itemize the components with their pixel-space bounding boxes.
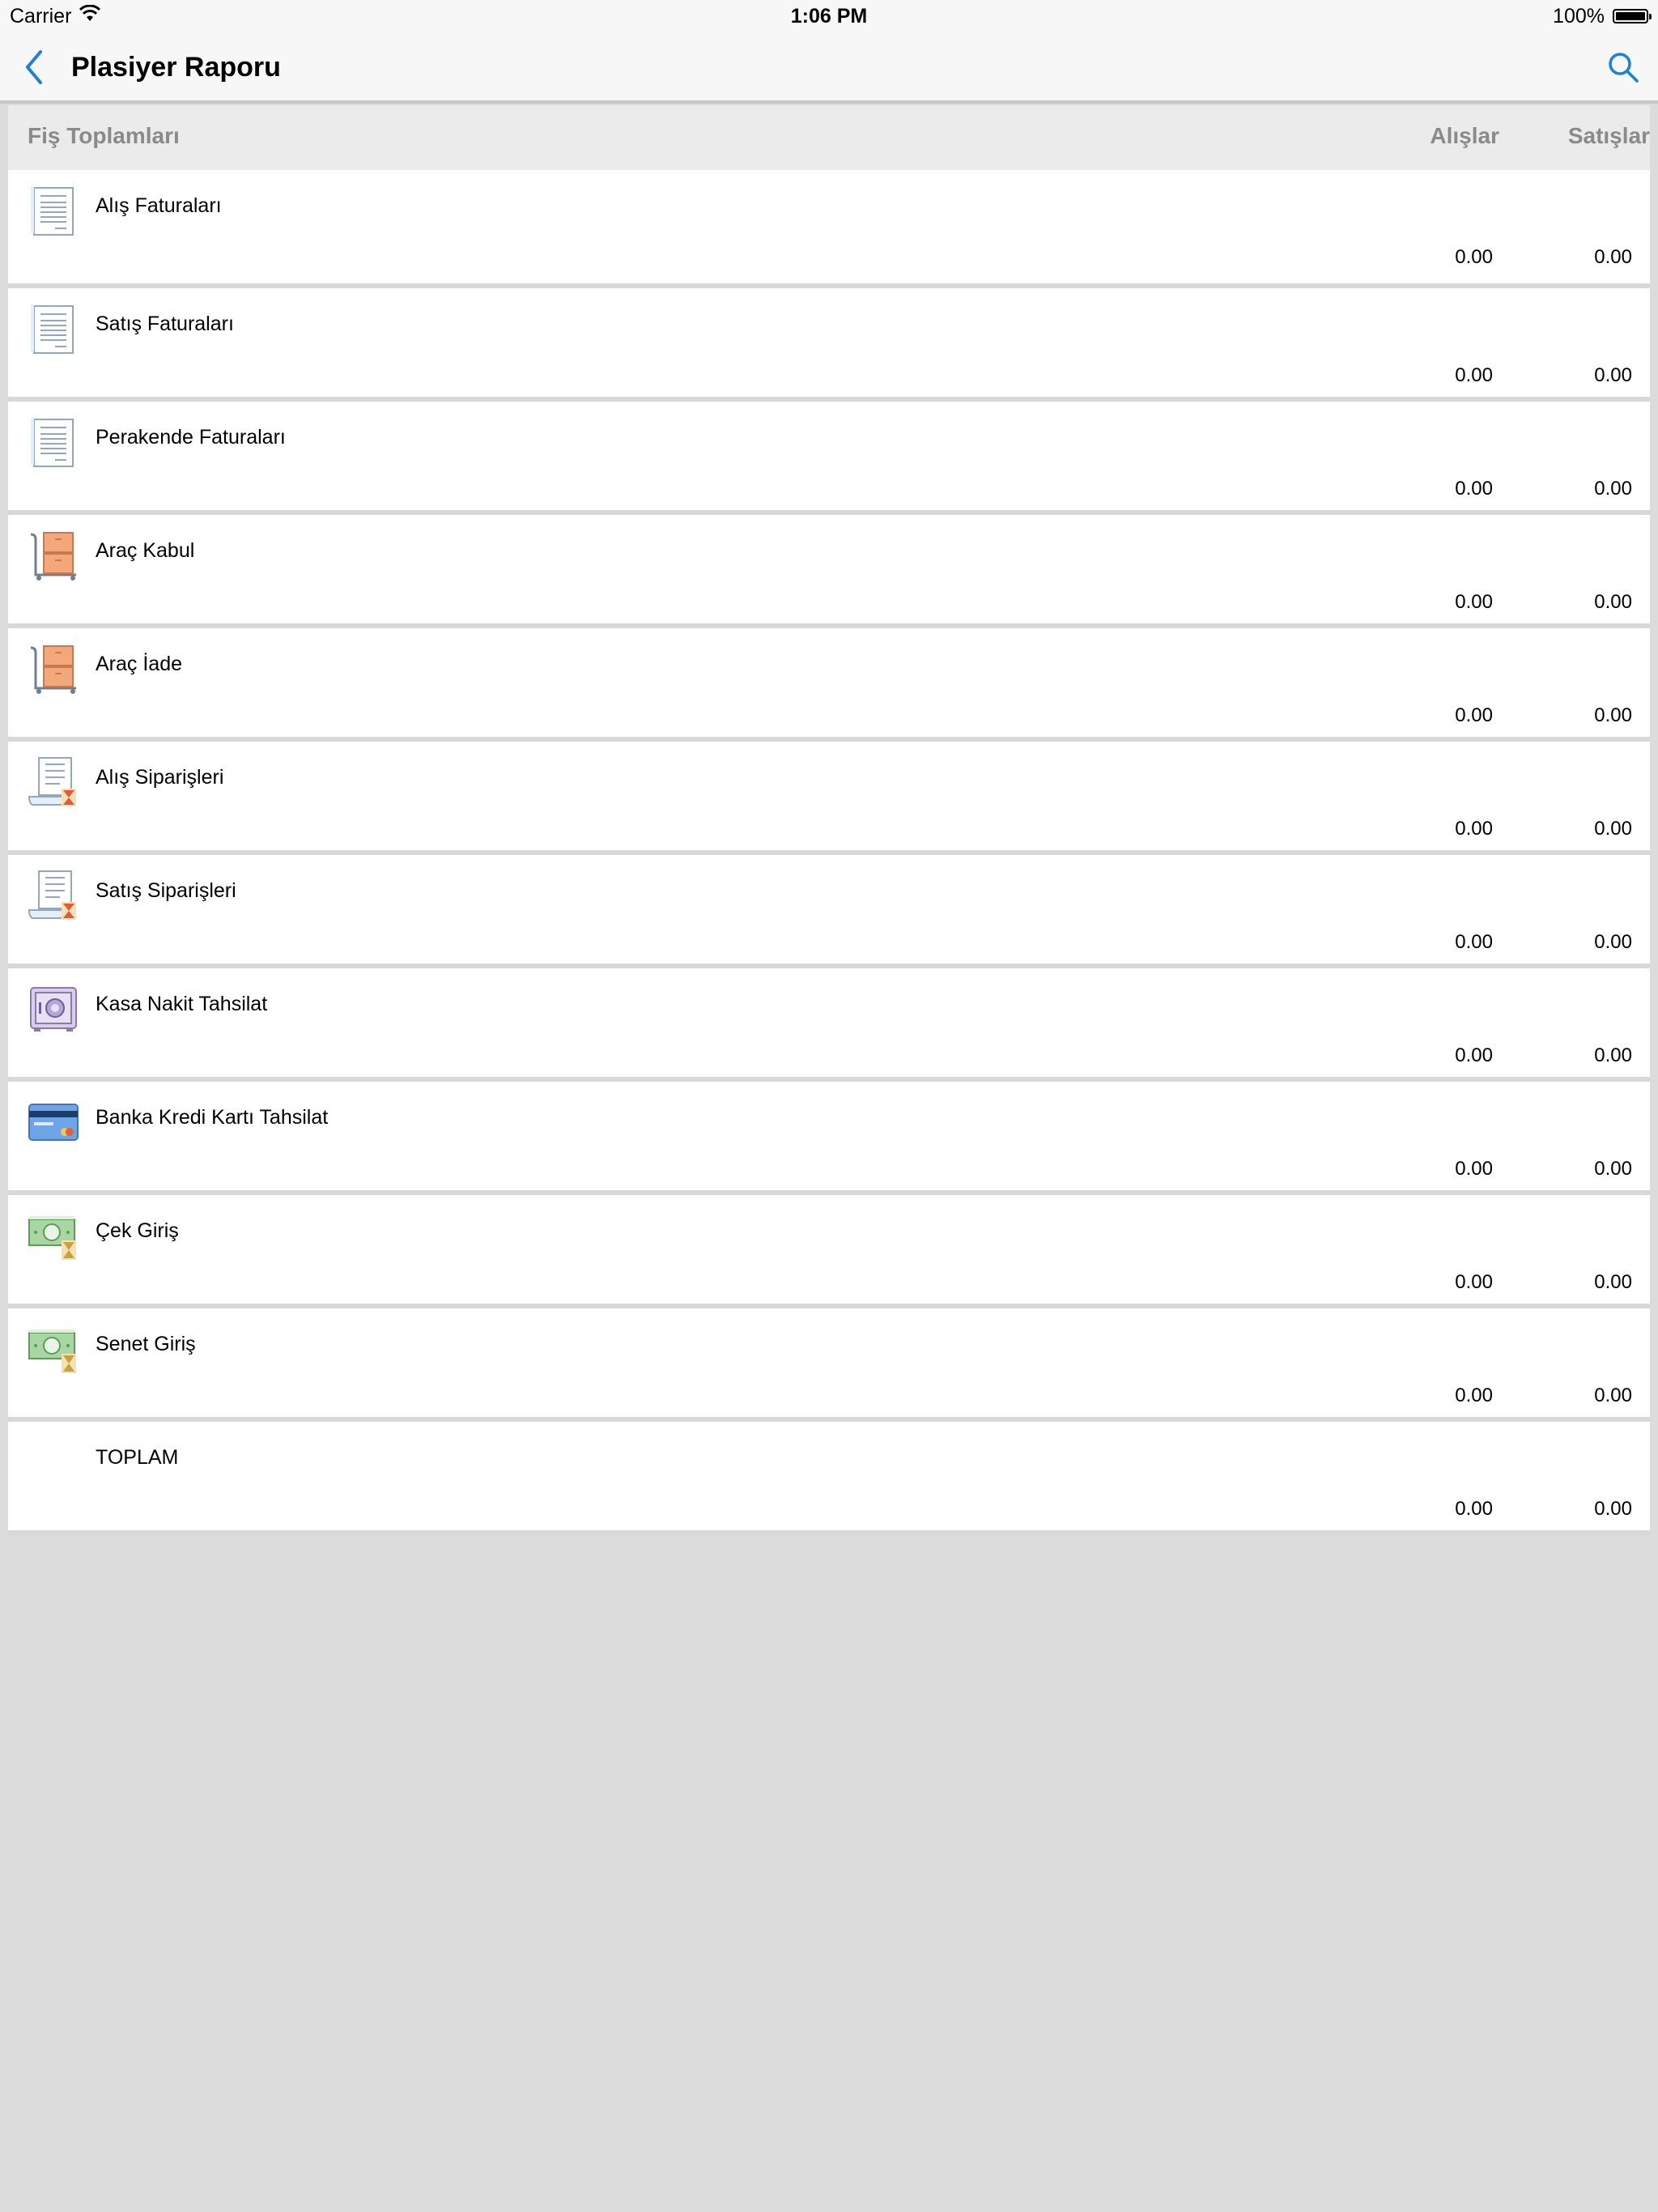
status-bar: Carrier 1:06 PM 100% (0, 0, 1658, 32)
row-label: Çek Giriş (96, 1219, 179, 1242)
banknote-hourglass-icon (28, 1323, 79, 1375)
row-sell-value: 0.00 (1594, 591, 1632, 613)
row-label: Banka Kredi Kartı Tahsilat (96, 1106, 329, 1129)
row-sell-value: 0.00 (1594, 1498, 1632, 1520)
row-buy-value: 0.00 (1455, 704, 1493, 726)
list-item[interactable]: Satış Siparişleri 0.00 0.00 (8, 855, 1650, 968)
column-header-sell: Satışlar (1567, 123, 1650, 148)
row-label: Perakende Faturaları (96, 426, 286, 449)
page-title: Plasiyer Raporu (71, 52, 281, 83)
cart-boxes-icon (28, 530, 79, 581)
list-item[interactable]: Senet Giriş 0.00 0.00 (8, 1308, 1650, 1422)
invoice-icon (28, 185, 79, 236)
row-label: Alış Siparişleri (96, 766, 224, 789)
row-sell-value: 0.00 (1594, 818, 1632, 840)
row-sell-value: 0.00 (1594, 364, 1632, 386)
row-label: Araç Kabul (96, 539, 195, 562)
list-item[interactable]: Banka Kredi Kartı Tahsilat 0.00 0.00 (8, 1082, 1650, 1195)
list-item[interactable]: Alış Siparişleri 0.00 0.00 (8, 742, 1650, 855)
report-list: Alış Faturaları 0.00 0.00 Satış Faturaları 0… (8, 170, 1650, 1535)
safe-icon (28, 983, 79, 1035)
list-item[interactable]: Perakende Faturaları 0.00 0.00 (8, 402, 1650, 515)
banknote-hourglass-icon (28, 1210, 79, 1261)
row-buy-value: 0.00 (1455, 246, 1493, 268)
report-panel: Fiş Toplamları Alışlar Satışlar Alış Fat… (8, 105, 1650, 1535)
row-label: Senet Giriş (96, 1333, 196, 1355)
list-item[interactable]: Araç Kabul 0.00 0.00 (8, 515, 1650, 628)
list-item[interactable]: Çek Giriş 0.00 0.00 (8, 1195, 1650, 1308)
search-icon[interactable] (1606, 50, 1640, 84)
list-item[interactable]: Satış Faturaları 0.00 0.00 (8, 288, 1650, 402)
column-header-buy: Alışlar (1430, 123, 1499, 148)
row-buy-value: 0.00 (1455, 1385, 1493, 1406)
navigation-bar: Plasiyer Raporu (0, 32, 1658, 104)
order-hourglass-icon (28, 756, 79, 808)
list-item[interactable]: Araç İade 0.00 0.00 (8, 628, 1650, 742)
battery-icon (1613, 9, 1652, 23)
row-sell-value: 0.00 (1594, 1044, 1632, 1066)
row-sell-value: 0.00 (1594, 931, 1632, 953)
row-sell-value: 0.00 (1594, 1271, 1632, 1293)
row-buy-value: 0.00 (1455, 478, 1493, 500)
list-item[interactable]: Alış Faturaları 0.00 0.00 (8, 170, 1650, 288)
row-buy-value: 0.00 (1455, 818, 1493, 840)
row-sell-value: 0.00 (1594, 478, 1632, 500)
row-buy-value: 0.00 (1455, 931, 1493, 953)
row-label: Alış Faturaları (96, 194, 222, 217)
row-sell-value: 0.00 (1594, 1158, 1632, 1180)
order-hourglass-icon (28, 870, 79, 921)
row-sell-value: 0.00 (1594, 246, 1632, 268)
invoice-icon (28, 303, 79, 355)
invoice-icon (28, 416, 79, 468)
section-title: Fiş Toplamları (28, 123, 180, 148)
row-buy-value: 0.00 (1455, 1158, 1493, 1180)
back-chevron-icon[interactable] (19, 47, 52, 87)
row-buy-value: 0.00 (1455, 591, 1493, 613)
row-sell-value: 0.00 (1594, 704, 1632, 726)
cart-boxes-icon (28, 643, 79, 695)
table-header: Fiş Toplamları Alışlar Satışlar (8, 105, 1650, 170)
row-buy-value: 0.00 (1455, 1498, 1493, 1520)
row-buy-value: 0.00 (1455, 1044, 1493, 1066)
clock: 1:06 PM (790, 5, 868, 28)
list-item[interactable]: Kasa Nakit Tahsilat 0.00 0.00 (8, 968, 1650, 1082)
row-label: TOPLAM (96, 1446, 179, 1469)
credit-card-icon (28, 1096, 79, 1148)
list-item[interactable]: TOPLAM 0.00 0.00 (8, 1422, 1650, 1535)
row-label: Araç İade (96, 653, 183, 675)
battery-percent: 100% (1553, 5, 1605, 28)
row-sell-value: 0.00 (1594, 1385, 1632, 1406)
row-label: Satış Faturaları (96, 313, 234, 335)
row-label: Satış Siparişleri (96, 879, 236, 902)
row-buy-value: 0.00 (1455, 1271, 1493, 1293)
row-buy-value: 0.00 (1455, 364, 1493, 386)
row-label: Kasa Nakit Tahsilat (96, 993, 268, 1015)
